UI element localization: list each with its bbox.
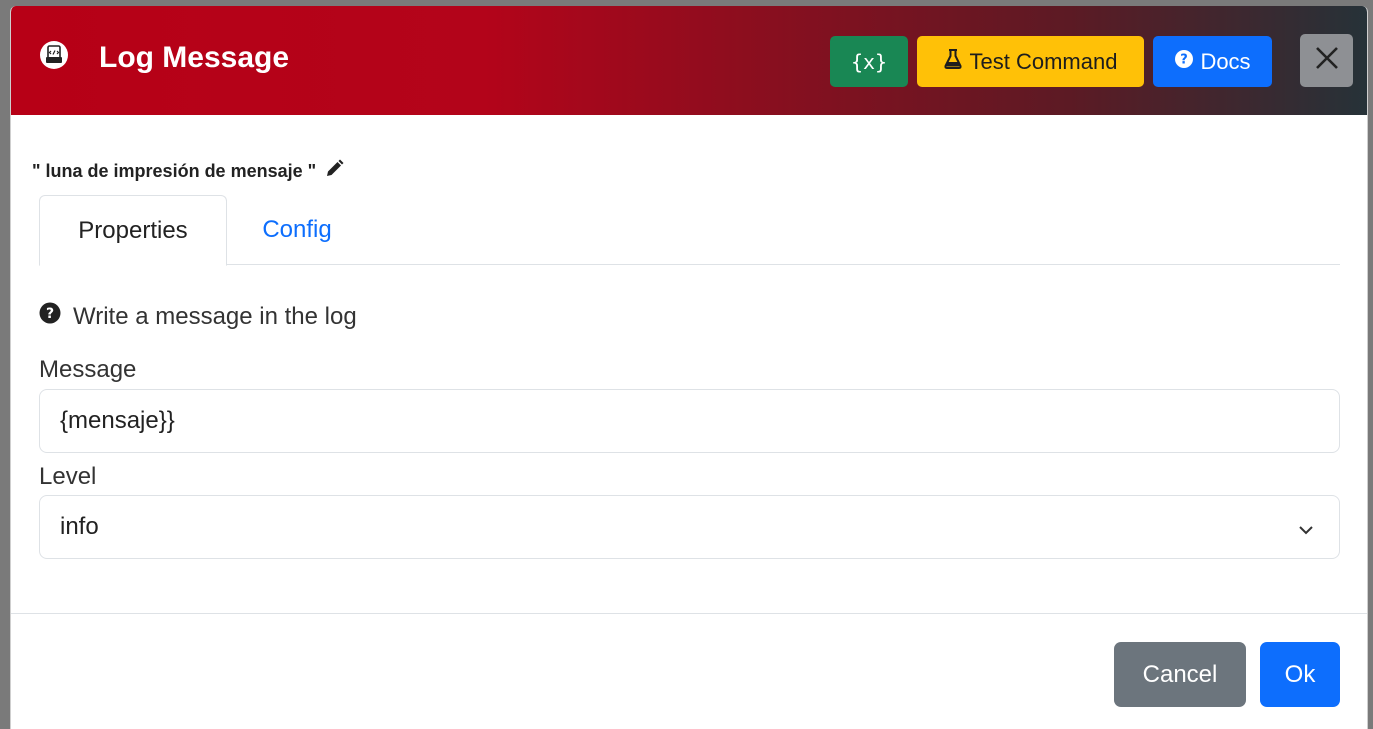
dialog-header: Log Message {x} Test Command ? Docs: [11, 6, 1367, 115]
ok-button[interactable]: Ok: [1260, 642, 1340, 707]
chevron-down-icon: [1297, 518, 1315, 546]
question-circle-icon: ?: [1174, 49, 1200, 75]
level-select[interactable]: info: [39, 495, 1340, 559]
dialog-title: Log Message: [99, 41, 290, 74]
variables-button[interactable]: {x}: [830, 36, 908, 87]
level-value: info: [60, 513, 99, 540]
log-message-dialog: Log Message {x} Test Command ? Docs " lu…: [10, 6, 1368, 729]
question-circle-icon: ?: [39, 302, 73, 331]
help-text: ? Write a message in the log: [39, 302, 357, 331]
footer-divider: [11, 613, 1367, 614]
close-button[interactable]: [1300, 34, 1353, 87]
level-label: Level: [39, 463, 97, 490]
svg-text:?: ?: [1181, 52, 1189, 67]
help-text-label: Write a message in the log: [73, 302, 357, 330]
test-command-button[interactable]: Test Command: [917, 36, 1144, 87]
log-file-icon: [39, 40, 69, 70]
node-name: " luna de impresión de mensaje ": [32, 159, 344, 184]
svg-text:?: ?: [46, 306, 54, 322]
docs-button[interactable]: ? Docs: [1153, 36, 1272, 87]
tab-config[interactable]: Config: [227, 195, 367, 265]
message-label: Message: [39, 356, 137, 383]
cancel-button[interactable]: Cancel: [1114, 642, 1246, 707]
close-icon: [1314, 45, 1340, 77]
message-input[interactable]: {mensaje}}: [39, 389, 1340, 453]
variables-button-label: {x}: [850, 49, 888, 74]
flask-icon: [943, 48, 970, 75]
node-name-text: " luna de impresión de mensaje ": [32, 161, 317, 181]
test-command-label: Test Command: [969, 48, 1118, 74]
tab-properties[interactable]: Properties: [39, 195, 227, 266]
message-value: {mensaje}}: [60, 407, 175, 434]
pencil-icon[interactable]: [316, 159, 344, 184]
docs-label: Docs: [1200, 48, 1251, 74]
tab-bar: Properties Config: [39, 195, 1340, 266]
